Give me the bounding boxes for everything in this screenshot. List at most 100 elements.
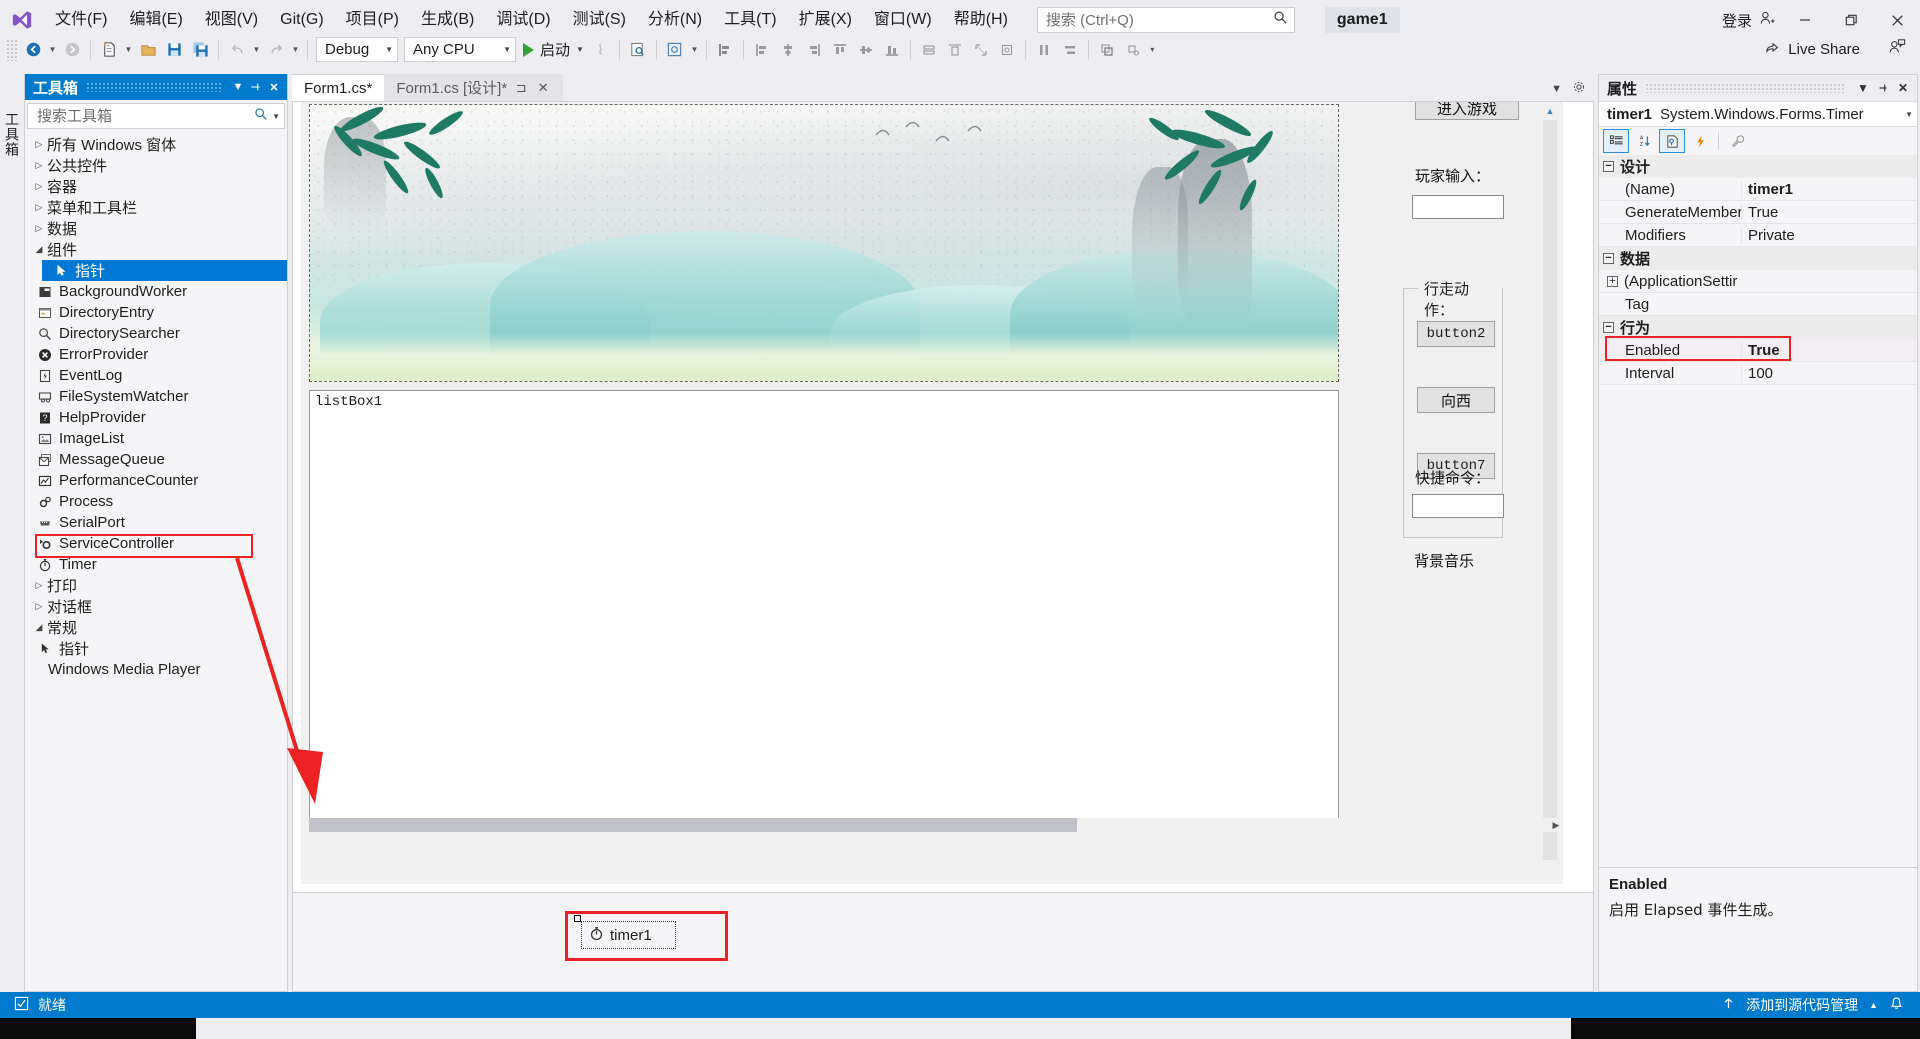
toolbox-item-imagelist[interactable]: ImageList — [25, 428, 287, 449]
property-value[interactable]: 100 — [1741, 364, 1917, 382]
toolbox-group-dialogs[interactable]: ▷ 对话框 — [25, 596, 287, 617]
triangle-down-icon[interactable]: ◢ — [31, 622, 47, 633]
toolbox-group-printing[interactable]: ▷ 打印 — [25, 575, 287, 596]
align-tops-icon[interactable] — [827, 37, 853, 63]
bring-to-front-icon[interactable] — [1094, 37, 1120, 63]
property-row-generatemember[interactable]: GenerateMember True — [1599, 201, 1917, 224]
expand-icon[interactable]: + — [1607, 275, 1618, 287]
close-icon[interactable]: ✕ — [1893, 77, 1913, 99]
hot-reload-icon[interactable] — [588, 37, 614, 63]
find-icon[interactable] — [625, 37, 651, 63]
vertical-spacing-icon[interactable] — [1057, 37, 1083, 63]
close-icon[interactable]: ✕ — [265, 76, 283, 98]
properties-drag-dots[interactable] — [1645, 83, 1845, 93]
chevron-down-icon[interactable]: ▼ — [1551, 83, 1562, 95]
toolbox-item-timer[interactable]: Timer — [25, 554, 287, 575]
toolbox-group-menus-toolbars[interactable]: ▷ 菜单和工具栏 — [25, 197, 287, 218]
toolbar-overflow[interactable]: ▾ — [1146, 37, 1159, 63]
taskbar-active-window[interactable] — [196, 1018, 1571, 1039]
triangle-right-icon[interactable]: ▶ — [1549, 818, 1563, 832]
redo-icon[interactable] — [263, 37, 289, 63]
triangle-right-icon[interactable]: ▷ — [31, 223, 47, 234]
toolbar-grip[interactable] — [6, 38, 18, 61]
toolbox-group-containers[interactable]: ▷ 容器 — [25, 176, 287, 197]
save-icon[interactable] — [161, 37, 187, 63]
properties-object-selector[interactable]: timer1 System.Windows.Forms.Timer ▼ — [1599, 101, 1917, 127]
toolbox-search[interactable]: ▼ — [27, 103, 285, 129]
pin-icon[interactable] — [1873, 77, 1893, 99]
toolbox-drag-dots[interactable] — [86, 82, 221, 92]
properties-category-behavior[interactable]: − 行为 — [1599, 316, 1917, 339]
triangle-right-icon[interactable]: ▷ — [31, 139, 47, 150]
chevron-down-icon[interactable]: ▼ — [1853, 77, 1873, 99]
toolbox-group-data[interactable]: ▷ 数据 — [25, 218, 287, 239]
caret-up-icon[interactable]: ▲ — [1869, 1000, 1878, 1010]
align-centers-icon[interactable] — [775, 37, 801, 63]
properties-category-design[interactable]: − 设计 — [1599, 155, 1917, 178]
properties-category-data[interactable]: − 数据 — [1599, 247, 1917, 270]
toolbox-item-messagequeue[interactable]: MessageQueue — [25, 449, 287, 470]
toolbox-item-errorprovider[interactable]: ErrorProvider — [25, 344, 287, 365]
align-middles-icon[interactable] — [853, 37, 879, 63]
save-all-icon[interactable] — [187, 37, 213, 63]
designer-hscroll-track[interactable]: ▶ — [309, 818, 1563, 832]
toolbox-item-directorysearcher[interactable]: DirectorySearcher — [25, 323, 287, 344]
designer-vscroll-thumb[interactable] — [1543, 120, 1557, 860]
toolbox-item-eventlog[interactable]: EventLog — [25, 365, 287, 386]
toolbox-group-all-winforms[interactable]: ▷ 所有 Windows 窗体 — [25, 134, 287, 155]
toolbox-item-pointer[interactable]: 指针 — [42, 260, 287, 281]
toolbox-item-process[interactable]: Process — [25, 491, 287, 512]
property-row-interval[interactable]: Interval 100 — [1599, 362, 1917, 385]
property-row-enabled[interactable]: Enabled True — [1599, 336, 1917, 362]
tab-form1-designer[interactable]: Form1.cs [设计]* ⊐ ✕ — [384, 74, 564, 101]
property-row-modifiers[interactable]: Modifiers Private — [1599, 224, 1917, 247]
sign-in-button[interactable]: 登录 — [1716, 10, 1782, 31]
property-row-applicationsettings[interactable]: + (ApplicationSettir — [1599, 270, 1917, 293]
toolbox-item-servicecontroller[interactable]: ServiceController — [25, 533, 287, 554]
tab-form1-cs[interactable]: Form1.cs* — [292, 74, 385, 101]
quick-command-field[interactable] — [1412, 494, 1504, 518]
triangle-right-icon[interactable]: ▷ — [31, 580, 47, 591]
toolbox-item-filesystemwatcher[interactable]: FileSystemWatcher — [25, 386, 287, 407]
preview-dropdown[interactable]: ▼ — [688, 37, 701, 63]
platform-combo[interactable]: Any CPU ▼ — [404, 37, 516, 62]
pin-icon[interactable]: ⊐ — [513, 80, 529, 96]
property-row-name[interactable]: (Name) timer1 — [1599, 178, 1917, 201]
property-value[interactable]: Private — [1741, 226, 1917, 244]
source-control-label[interactable]: 添加到源代码管理 — [1746, 995, 1858, 1015]
size-to-grid-icon[interactable] — [994, 37, 1020, 63]
search-input[interactable] — [1043, 10, 1273, 30]
new-item-icon[interactable] — [96, 37, 122, 63]
preview-icon[interactable] — [662, 37, 688, 63]
live-share-feedback-icon[interactable] — [1888, 38, 1906, 61]
triangle-right-icon[interactable]: ▷ — [31, 202, 47, 213]
triangle-right-icon[interactable]: ▷ — [31, 601, 47, 612]
toolbox-item-pointer-general[interactable]: 指针 — [25, 638, 287, 659]
design-surface[interactable]: listBox1 进入游戏 玩家输入： 行走动作： button2 向西 but… — [301, 102, 1563, 884]
open-file-icon[interactable] — [135, 37, 161, 63]
close-icon[interactable]: ✕ — [535, 80, 551, 96]
picture-box-background[interactable] — [309, 104, 1339, 382]
component-tray[interactable]: timer1 — [293, 892, 1593, 991]
walk-button-2[interactable]: 向西 — [1417, 387, 1495, 413]
toolbox-group-components[interactable]: ◢ 组件 — [25, 239, 287, 260]
configuration-combo[interactable]: Debug ▼ — [316, 37, 398, 62]
align-lefts-icon[interactable] — [712, 37, 738, 63]
pin-icon[interactable] — [247, 76, 265, 98]
designer-hscroll-thumb[interactable] — [309, 818, 1077, 832]
make-same-height-icon[interactable] — [942, 37, 968, 63]
align-left-edges-icon[interactable] — [749, 37, 775, 63]
undo-dropdown[interactable]: ▼ — [250, 37, 263, 63]
player-input-field[interactable] — [1412, 195, 1504, 219]
undo-icon[interactable] — [224, 37, 250, 63]
make-same-width-icon[interactable] — [916, 37, 942, 63]
navigate-forward-icon[interactable] — [59, 37, 85, 63]
properties-page-icon[interactable] — [1659, 129, 1685, 153]
tray-selection-handle[interactable] — [574, 915, 581, 922]
navigate-back-icon[interactable] — [20, 37, 46, 63]
categorized-icon[interactable] — [1603, 129, 1629, 153]
property-pages-wrench-icon[interactable] — [1724, 129, 1750, 153]
arrow-up-icon[interactable] — [1722, 997, 1735, 1013]
gear-icon[interactable] — [1572, 80, 1586, 97]
tray-item-timer1[interactable]: timer1 — [581, 921, 676, 949]
